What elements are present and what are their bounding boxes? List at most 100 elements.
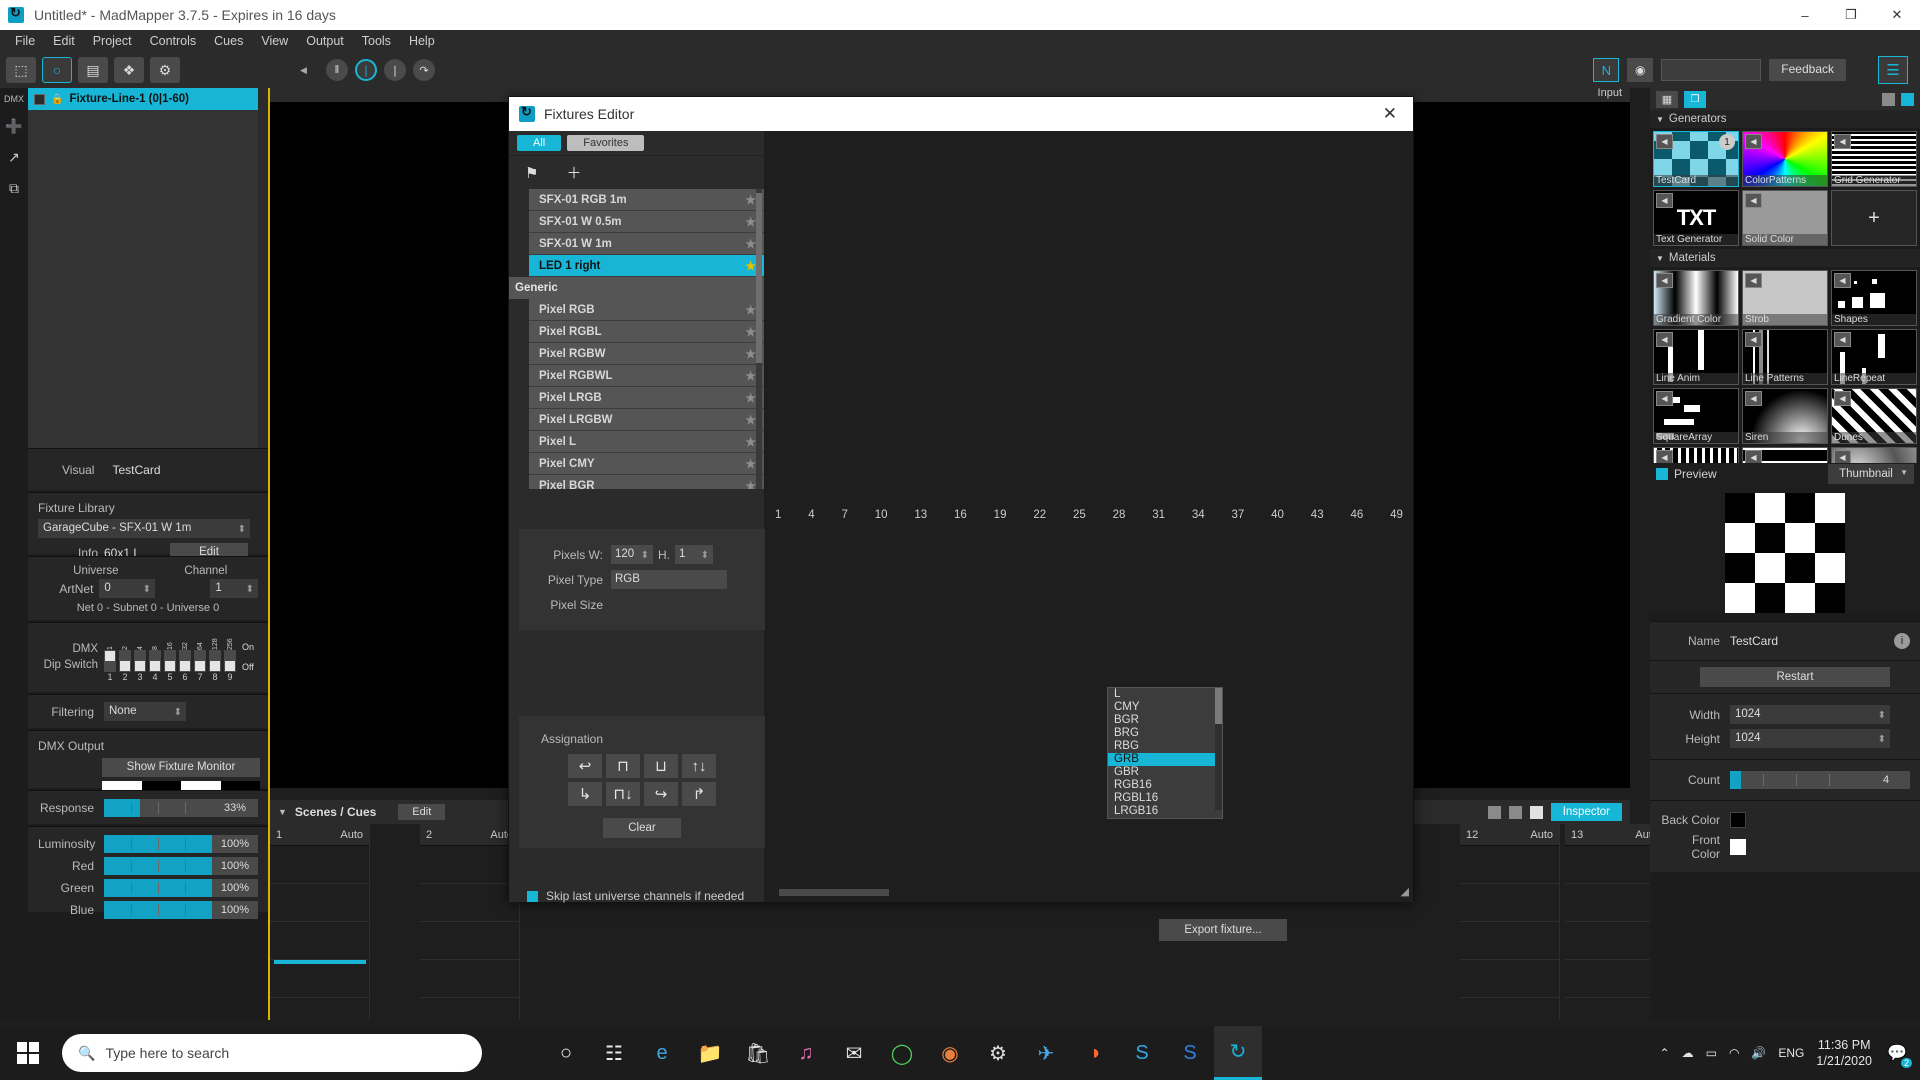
- cue-cell[interactable]: [420, 960, 519, 998]
- library-tile-text-generator[interactable]: TXT ◀ Text Generator: [1653, 190, 1739, 246]
- materials-section-header[interactable]: ▼ Materials: [1650, 249, 1920, 267]
- dip-switch-body[interactable]: [149, 649, 161, 672]
- menu-controls[interactable]: Controls: [141, 32, 206, 50]
- dmx-dip-switches[interactable]: 1 1 2 2 4 3 8 4 16 5 32 6 64 7 128 8 256 9: [104, 634, 236, 682]
- library-tile-bricks[interactable]: ◀Bricks: [1742, 447, 1828, 463]
- tile-play-icon[interactable]: ◀: [1656, 450, 1673, 463]
- menu-edit[interactable]: Edit: [44, 32, 84, 50]
- menu-view[interactable]: View: [252, 32, 297, 50]
- assignation-arrow-button[interactable]: ⊓: [606, 754, 640, 778]
- back-color-swatch[interactable]: [1730, 812, 1746, 828]
- fixture-list-scrollbar[interactable]: [258, 88, 268, 448]
- fixture-item[interactable]: SFX-01 RGB 1m ★: [529, 189, 764, 211]
- assignation-arrow-button[interactable]: ↑↓: [682, 754, 716, 778]
- tray-battery-icon[interactable]: ▭: [1706, 1046, 1717, 1060]
- assignation-arrow-button[interactable]: ↱: [682, 782, 716, 806]
- right-header-icon-a[interactable]: [1882, 92, 1895, 106]
- cue-cell[interactable]: [420, 846, 519, 884]
- fixture-item[interactable]: Pixel RGBW ★: [529, 343, 764, 365]
- input-tab-label[interactable]: Input: [1598, 87, 1622, 99]
- visual-value[interactable]: TestCard: [112, 463, 160, 477]
- tile-play-icon[interactable]: ◀: [1656, 134, 1673, 149]
- favorite-star-icon[interactable]: ★: [745, 259, 756, 273]
- menu-file[interactable]: File: [6, 32, 44, 50]
- start-button[interactable]: [0, 1026, 56, 1080]
- fixture-item[interactable]: LED 1 right ★: [529, 255, 764, 277]
- fixture-canvas-hscrollbar[interactable]: [779, 889, 889, 896]
- skype-business-icon[interactable]: S: [1166, 1026, 1214, 1080]
- tile-play-icon[interactable]: ◀: [1834, 134, 1851, 149]
- tile-play-icon[interactable]: ◀: [1834, 391, 1851, 406]
- tile-play-icon[interactable]: ◀: [1745, 450, 1762, 463]
- preferences-tool-icon[interactable]: ⚙: [150, 57, 180, 83]
- fixtures-list[interactable]: SFX-01 RGB 1m ★ SFX-01 W 0.5m ★ SFX-01 W 1m ★…: [509, 189, 764, 489]
- favorite-star-icon[interactable]: ★: [745, 193, 756, 207]
- cue-mode[interactable]: Auto: [1530, 829, 1553, 841]
- pixel-type-option[interactable]: GBR: [1108, 766, 1222, 779]
- show-fixture-monitor-button[interactable]: Show Fixture Monitor: [102, 758, 260, 777]
- assignation-arrow-button[interactable]: ⊔: [644, 754, 678, 778]
- task-view-icon[interactable]: ☷: [590, 1026, 638, 1080]
- export-fixture-button[interactable]: Export fixture...: [1159, 919, 1287, 941]
- info-icon[interactable]: i: [1894, 633, 1910, 649]
- generators-section-header[interactable]: ▼ Generators: [1650, 110, 1920, 128]
- blue-slider[interactable]: [104, 901, 212, 919]
- dip-switch-knob[interactable]: [105, 650, 115, 661]
- dip-switch-3[interactable]: 43: [134, 634, 146, 682]
- favorite-star-icon[interactable]: ★: [745, 303, 756, 317]
- red-slider[interactable]: [104, 857, 212, 875]
- pixel-type-dropdown[interactable]: L CMY BGR BRG RBG GRB GBR RGB16 RGBL16 LRGB16: [1107, 687, 1223, 819]
- dip-switch-body[interactable]: [224, 649, 236, 672]
- tile-play-icon[interactable]: ◀: [1834, 450, 1851, 463]
- pixel-type-select[interactable]: RGB: [611, 570, 727, 589]
- pixel-type-option[interactable]: GRB: [1108, 753, 1222, 766]
- cue-column[interactable]: 1 Auto: [270, 824, 370, 1020]
- favorite-star-icon[interactable]: ★: [745, 215, 756, 229]
- preview-mode-select[interactable]: Thumbnail: [1828, 464, 1914, 484]
- dip-switch-body[interactable]: [104, 649, 116, 672]
- pixel-type-option[interactable]: CMY: [1108, 701, 1222, 714]
- filtering-select[interactable]: None: [104, 702, 186, 722]
- fixture-item[interactable]: Pixel LRGBW ★: [529, 409, 764, 431]
- favorite-star-icon[interactable]: ★: [745, 391, 756, 405]
- stop-button[interactable]: ❘: [383, 59, 406, 81]
- favorite-star-icon[interactable]: ★: [745, 237, 756, 251]
- tray-wifi-icon[interactable]: ◠: [1729, 1046, 1739, 1060]
- menu-help[interactable]: Help: [400, 32, 444, 50]
- luminosity-slider[interactable]: [104, 835, 212, 853]
- right-panel-toggle-icon[interactable]: ☰: [1878, 56, 1908, 84]
- assignation-arrow-button[interactable]: ↩: [568, 754, 602, 778]
- fixture-item[interactable]: SFX-01 W 1m ★: [529, 233, 764, 255]
- skype-icon[interactable]: S: [1118, 1026, 1166, 1080]
- light-tool-icon[interactable]: ○: [42, 57, 72, 83]
- tile-play-icon[interactable]: ◀: [1745, 273, 1762, 288]
- channel-input[interactable]: 1: [210, 579, 258, 599]
- fixture-list-item[interactable]: 🔒 Fixture-Line-1 (0|1-60): [28, 88, 268, 110]
- menu-tools[interactable]: Tools: [353, 32, 400, 50]
- dip-switch-knob[interactable]: [210, 660, 220, 671]
- preview-enabled-swatch[interactable]: [1656, 468, 1668, 480]
- library-tile-line-patterns[interactable]: ◀ Line Patterns: [1742, 329, 1828, 385]
- cue-cell[interactable]: [270, 960, 369, 998]
- menu-output[interactable]: Output: [297, 32, 353, 50]
- favorite-star-icon[interactable]: ★: [745, 347, 756, 361]
- pixel-type-option[interactable]: BRG: [1108, 727, 1222, 740]
- library-tile-colorpatterns[interactable]: ◀ ColorPatterns: [1742, 131, 1828, 187]
- dip-switch-knob[interactable]: [195, 660, 205, 671]
- library-tile-testcard[interactable]: ◀ 1 TestCard: [1653, 131, 1739, 187]
- pixels-h-input[interactable]: 1: [675, 545, 713, 565]
- library-tile-shapes[interactable]: ◀ Shapes: [1831, 270, 1917, 326]
- collapse-panel-icon[interactable]: ◀: [300, 65, 307, 76]
- maximize-button[interactable]: ❐: [1828, 0, 1874, 30]
- import-fixture-icon[interactable]: ⚑: [525, 164, 538, 182]
- fixture-preview-canvas[interactable]: 1 4 7 10 13 16 19 22 25 28 31 34 37 40 43 46 49: [765, 131, 1413, 878]
- fixtures-editor-close-icon[interactable]: ✕: [1383, 104, 1397, 124]
- tile-play-icon[interactable]: ◀: [1656, 273, 1673, 288]
- cue-cell[interactable]: [1460, 960, 1559, 998]
- dip-switch-body[interactable]: [209, 649, 221, 672]
- cue-cell[interactable]: [1460, 922, 1559, 960]
- dip-switch-8[interactable]: 128 8: [209, 634, 221, 682]
- tile-play-icon[interactable]: ◀: [1745, 193, 1762, 208]
- tile-play-icon[interactable]: ◀: [1834, 273, 1851, 288]
- cue-cell[interactable]: [270, 884, 369, 922]
